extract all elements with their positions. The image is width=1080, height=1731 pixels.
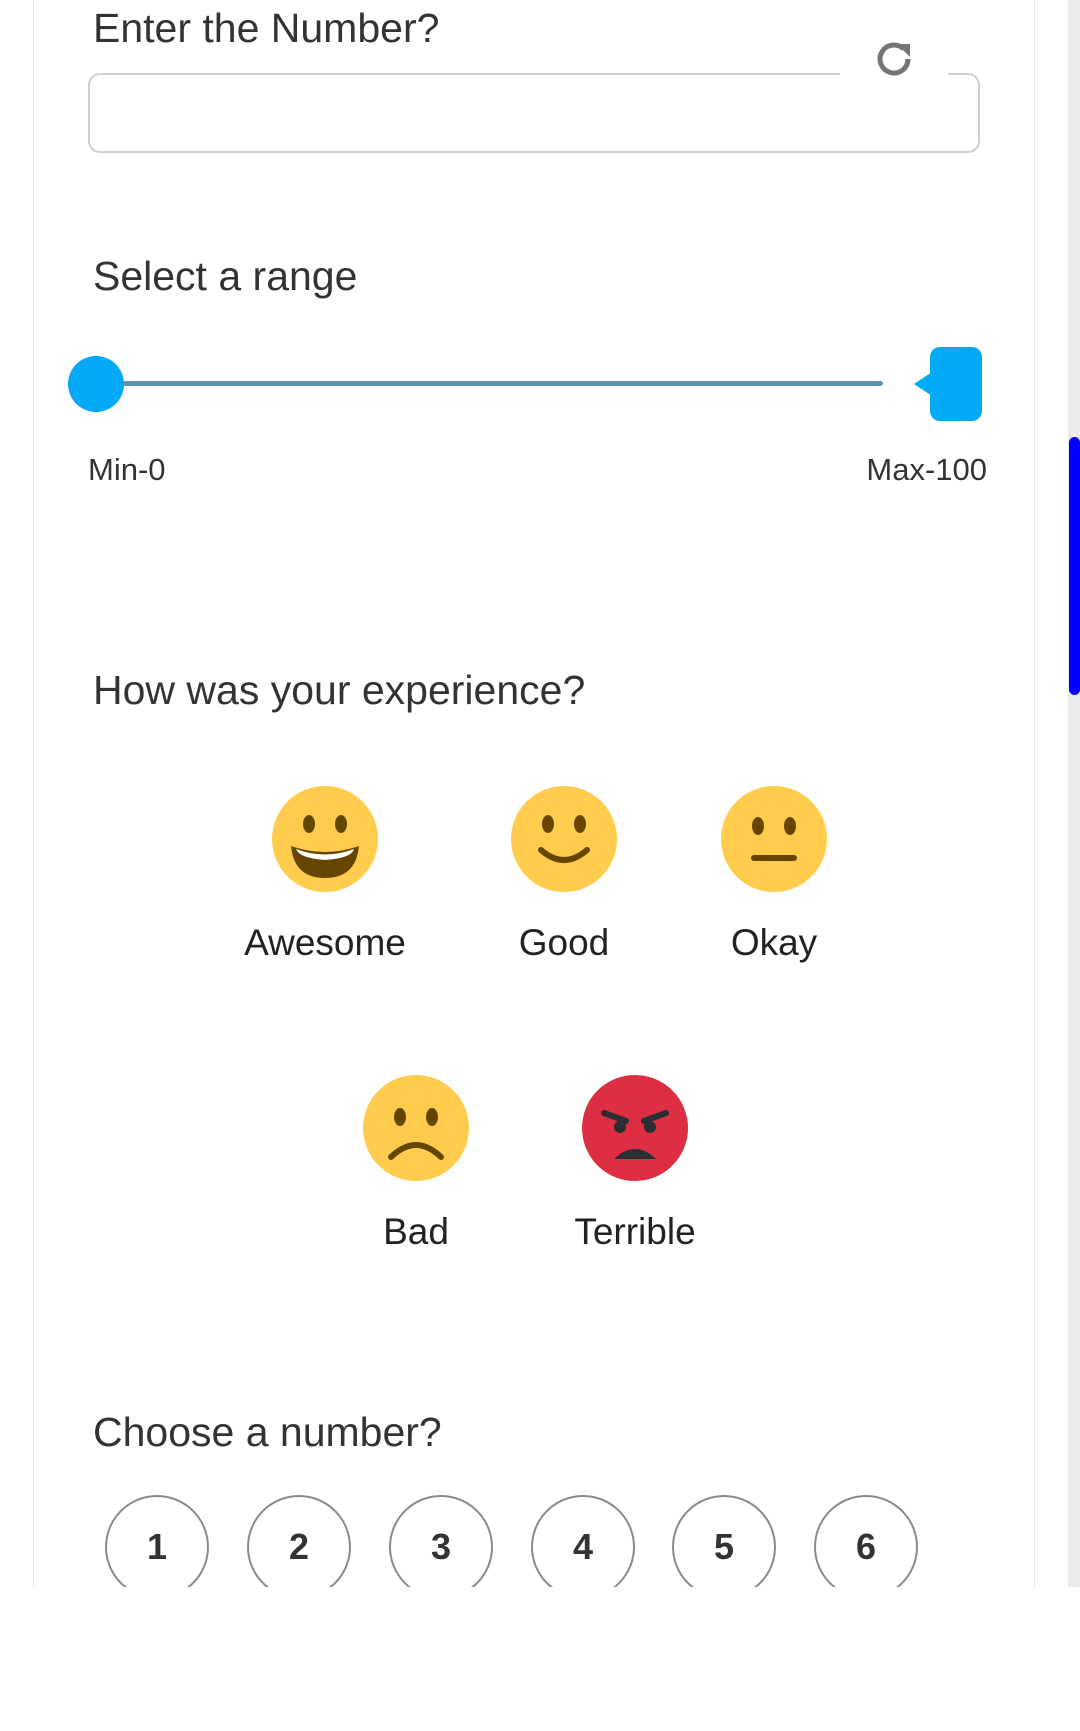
- experience-label-terrible: Terrible: [574, 1211, 696, 1252]
- experience-label-awesome: Awesome: [244, 922, 406, 963]
- survey-card: Enter the Number? Select a range Min-0 M…: [33, 0, 1035, 1587]
- experience-label-good: Good: [518, 922, 610, 963]
- experience-question-label: How was your experience?: [93, 667, 586, 713]
- number-choice-question-label: Choose a number?: [93, 1409, 442, 1455]
- neutral-face-icon: [721, 786, 827, 892]
- refresh-button[interactable]: [840, 28, 948, 90]
- grinning-face-icon: [272, 786, 378, 892]
- number-option-1[interactable]: 1: [105, 1495, 209, 1587]
- number-option-6[interactable]: 6: [814, 1495, 918, 1587]
- range-min-label: Min-0: [88, 452, 166, 487]
- number-option-4[interactable]: 4: [531, 1495, 635, 1587]
- number-question-label: Enter the Number?: [93, 5, 440, 51]
- range-slider[interactable]: [68, 344, 1018, 434]
- angry-face-icon: [582, 1075, 688, 1181]
- slightly-smiling-face-icon: [511, 786, 617, 892]
- slider-track[interactable]: [123, 381, 883, 386]
- number-option-3[interactable]: 3: [389, 1495, 493, 1587]
- number-option-5[interactable]: 5: [672, 1495, 776, 1587]
- range-question-label: Select a range: [93, 253, 358, 299]
- number-option-2[interactable]: 2: [247, 1495, 351, 1587]
- scrollbar-thumb[interactable]: [1069, 437, 1080, 695]
- refresh-icon: [877, 42, 911, 76]
- scrollbar-track[interactable]: [1068, 0, 1080, 1587]
- frowning-face-icon: [363, 1075, 469, 1181]
- experience-label-bad: Bad: [383, 1211, 449, 1252]
- range-max-label: Max-100: [866, 452, 987, 487]
- survey-page: Enter the Number? Select a range Min-0 M…: [0, 0, 1080, 1731]
- slider-min-handle[interactable]: [68, 356, 124, 412]
- slider-max-handle[interactable]: [930, 347, 982, 421]
- experience-label-okay: Okay: [730, 922, 818, 963]
